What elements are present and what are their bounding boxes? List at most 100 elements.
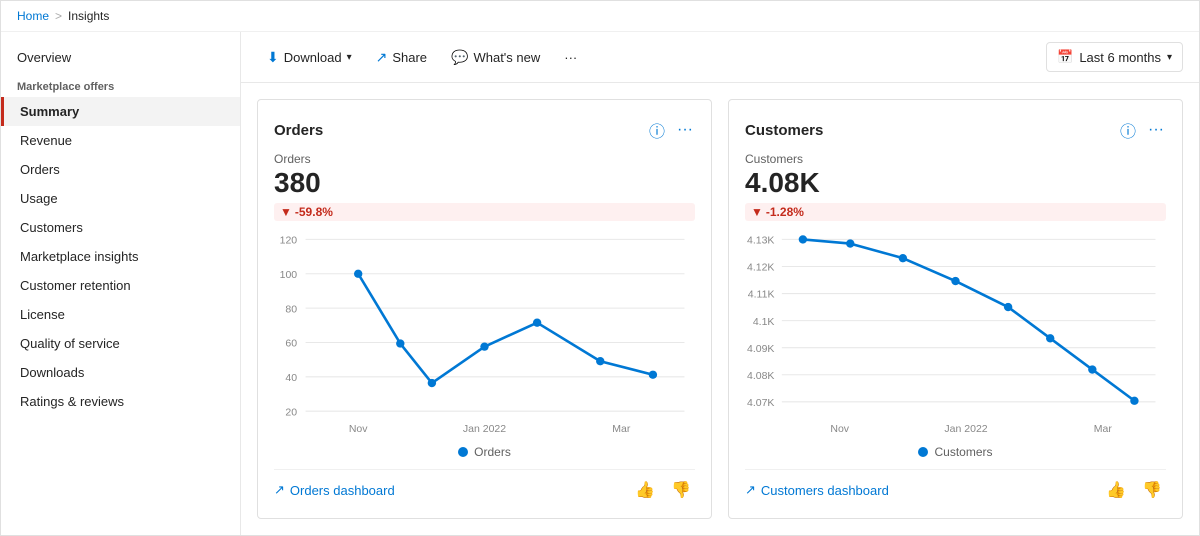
customers-info-button[interactable]: ⓘ (1118, 116, 1138, 144)
sidebar-item-marketplace-insights[interactable]: Marketplace insights (1, 242, 240, 271)
orders-legend-dot (458, 447, 468, 457)
svg-text:Jan 2022: Jan 2022 (944, 424, 987, 435)
svg-text:20: 20 (285, 407, 297, 418)
sidebar: Overview Marketplace offers Summary Reve… (1, 32, 241, 535)
customers-dashboard-link-label: Customers dashboard (761, 483, 889, 498)
whats-new-label: What's new (473, 50, 540, 65)
orders-card: Orders ⓘ ··· Orders 380 ▼ -59.8% (257, 99, 712, 519)
svg-text:80: 80 (285, 304, 297, 315)
customers-feedback-buttons: 👍 👎 (1102, 478, 1166, 502)
sidebar-item-usage[interactable]: Usage (1, 184, 240, 213)
breadcrumb-home[interactable]: Home (17, 9, 49, 23)
orders-dashboard-link[interactable]: ↗ Orders dashboard (274, 482, 395, 498)
main-layout: Overview Marketplace offers Summary Reve… (1, 32, 1199, 535)
share-label: Share (392, 50, 427, 65)
orders-change-value: -59.8% (295, 205, 333, 219)
sidebar-item-customer-retention[interactable]: Customer retention (1, 271, 240, 300)
customers-change-value: -1.28% (766, 205, 804, 219)
date-range-chevron-icon: ▾ (1167, 52, 1172, 63)
orders-more-button[interactable]: ··· (675, 119, 695, 141)
sidebar-item-orders[interactable]: Orders (1, 155, 240, 184)
sidebar-section-label: Marketplace offers (1, 71, 240, 97)
customers-card-title: Customers (745, 122, 823, 139)
svg-text:60: 60 (285, 338, 297, 349)
share-icon: ↗ (376, 49, 388, 66)
sidebar-item-customers[interactable]: Customers (1, 213, 240, 242)
orders-chart-container: 120 100 80 60 40 20 (274, 229, 695, 437)
download-icon: ⬇ (267, 49, 279, 66)
breadcrumb: Home > Insights (1, 1, 1199, 32)
svg-text:120: 120 (280, 235, 298, 246)
svg-text:4.11K: 4.11K (748, 290, 775, 301)
svg-text:100: 100 (280, 270, 298, 281)
orders-metric-value: 380 (274, 168, 695, 199)
customers-change-arrow-icon: ▼ (751, 205, 763, 219)
svg-text:Nov: Nov (830, 424, 849, 435)
svg-text:4.1K: 4.1K (753, 317, 775, 328)
app-container: Home > Insights Overview Marketplace off… (0, 0, 1200, 536)
more-icon: ··· (564, 50, 577, 65)
svg-text:Mar: Mar (1094, 424, 1113, 435)
calendar-icon: 📅 (1057, 49, 1073, 65)
svg-text:Nov: Nov (349, 424, 368, 435)
orders-dashboard-link-label: Orders dashboard (290, 483, 395, 498)
customers-dashboard-link[interactable]: ↗ Customers dashboard (745, 482, 889, 498)
date-range-label: Last 6 months (1079, 50, 1161, 65)
svg-text:Mar: Mar (612, 424, 631, 435)
orders-chart-legend: Orders (274, 445, 695, 459)
more-button[interactable]: ··· (554, 44, 587, 71)
customers-dashboard-link-icon: ↗ (745, 482, 756, 498)
customers-legend-dot (918, 447, 928, 457)
svg-text:Jan 2022: Jan 2022 (463, 424, 506, 435)
orders-metric-label: Orders (274, 152, 695, 166)
orders-change-arrow-icon: ▼ (280, 205, 292, 219)
customers-chart: 4.13K 4.12K 4.11K 4.1K 4.09K 4.08K 4.07K (745, 229, 1166, 437)
customers-more-button[interactable]: ··· (1146, 119, 1166, 141)
orders-metric-change: ▼ -59.8% (274, 203, 695, 221)
svg-text:4.08K: 4.08K (747, 371, 774, 382)
orders-info-button[interactable]: ⓘ (647, 116, 667, 144)
svg-text:4.09K: 4.09K (747, 344, 774, 355)
orders-chart: 120 100 80 60 40 20 (274, 229, 695, 437)
orders-thumbs-up-button[interactable]: 👍 (631, 478, 659, 502)
cards-area: Orders ⓘ ··· Orders 380 ▼ -59.8% (241, 83, 1199, 535)
sidebar-item-license[interactable]: License (1, 300, 240, 329)
svg-text:4.07K: 4.07K (747, 398, 774, 409)
whats-new-button[interactable]: 💬 What's new (441, 43, 550, 72)
customers-card-header: Customers ⓘ ··· (745, 116, 1166, 144)
whats-new-icon: 💬 (451, 49, 468, 66)
sidebar-item-quality-of-service[interactable]: Quality of service (1, 329, 240, 358)
orders-thumbs-down-button[interactable]: 👎 (667, 478, 695, 502)
sidebar-item-ratings-reviews[interactable]: Ratings & reviews (1, 387, 240, 416)
share-button[interactable]: ↗ Share (366, 43, 437, 72)
customers-metric-change: ▼ -1.28% (745, 203, 1166, 221)
toolbar: ⬇ Download ▾ ↗ Share 💬 What's new ··· (241, 32, 1199, 83)
orders-dashboard-link-icon: ↗ (274, 482, 285, 498)
orders-card-actions: ⓘ ··· (647, 116, 695, 144)
customers-thumbs-up-button[interactable]: 👍 (1102, 478, 1130, 502)
customers-thumbs-down-button[interactable]: 👎 (1138, 478, 1166, 502)
sidebar-item-summary[interactable]: Summary (1, 97, 240, 126)
customers-metric-value: 4.08K (745, 168, 1166, 199)
sidebar-item-revenue[interactable]: Revenue (1, 126, 240, 155)
download-chevron-icon: ▾ (347, 52, 352, 63)
content-area: ⬇ Download ▾ ↗ Share 💬 What's new ··· (241, 32, 1199, 535)
sidebar-item-downloads[interactable]: Downloads (1, 358, 240, 387)
breadcrumb-current: Insights (68, 9, 109, 23)
download-label: Download (284, 50, 342, 65)
customers-chart-legend: Customers (745, 445, 1166, 459)
orders-card-title: Orders (274, 122, 323, 139)
date-range-button[interactable]: 📅 Last 6 months ▾ (1046, 42, 1183, 72)
svg-text:4.13K: 4.13K (747, 235, 774, 246)
orders-legend-label: Orders (474, 445, 511, 459)
breadcrumb-separator: > (55, 9, 62, 23)
sidebar-item-overview[interactable]: Overview (1, 44, 240, 71)
download-button[interactable]: ⬇ Download ▾ (257, 43, 362, 72)
customers-card-footer: ↗ Customers dashboard 👍 👎 (745, 469, 1166, 502)
customers-legend-label: Customers (934, 445, 992, 459)
orders-card-header: Orders ⓘ ··· (274, 116, 695, 144)
orders-feedback-buttons: 👍 👎 (631, 478, 695, 502)
customers-card: Customers ⓘ ··· Customers 4.08K ▼ -1.28% (728, 99, 1183, 519)
svg-text:4.12K: 4.12K (747, 262, 774, 273)
customers-card-actions: ⓘ ··· (1118, 116, 1166, 144)
